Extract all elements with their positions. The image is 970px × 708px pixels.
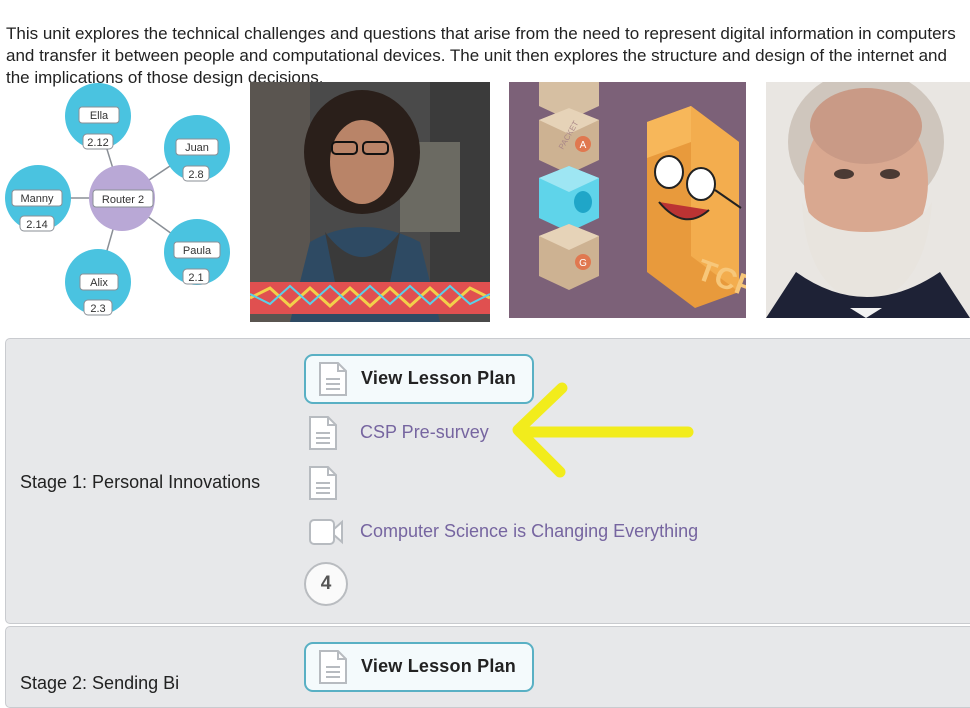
unit-description: This unit explores the technical challen… (6, 24, 956, 87)
document-icon (319, 362, 347, 396)
portrait-video-thumbnail (766, 82, 970, 318)
view-lesson-plan-button[interactable]: View Lesson Plan (304, 642, 534, 692)
document-icon (319, 650, 347, 684)
svg-text:Alix: Alix (90, 277, 108, 289)
view-lesson-plan-label: View Lesson Plan (361, 656, 516, 676)
svg-text:2.1: 2.1 (188, 272, 203, 284)
tcp-packets-illustration: PACKET A G TCP (509, 82, 746, 318)
svg-text:2.12: 2.12 (87, 137, 108, 149)
router-label: Router 2 (102, 194, 144, 206)
stage-title: Stage 1: Personal Innovations (20, 472, 261, 492)
stage-2-panel: Stage 2: Sending Bi View Lesson Plan (5, 626, 970, 708)
svg-text:G: G (579, 258, 587, 269)
annotation-arrow-icon (512, 382, 694, 478)
svg-text:Juan: Juan (185, 142, 209, 154)
stage-1-panel: Stage 1: Personal Innovations View Lesso… (5, 338, 970, 624)
presenter-video-thumbnail (250, 82, 490, 322)
svg-text:2.8: 2.8 (188, 169, 203, 181)
stage-title: Stage 2: Sending Bi (20, 673, 180, 693)
document-icon (309, 466, 337, 500)
svg-text:2.3: 2.3 (90, 303, 105, 315)
svg-text:Paula: Paula (183, 245, 212, 257)
csp-pre-survey-link[interactable]: CSP Pre-survey (360, 422, 489, 443)
view-lesson-plan-label: View Lesson Plan (361, 368, 516, 388)
svg-text:A: A (580, 140, 587, 151)
video-icon (309, 519, 343, 545)
svg-text:Manny: Manny (20, 193, 54, 205)
cs-changing-everything-video-link[interactable]: Computer Science is Changing Everything (360, 521, 698, 542)
lesson-count-badge[interactable]: 4 (304, 562, 348, 606)
document-icon (309, 416, 337, 450)
svg-text:2.14: 2.14 (26, 219, 47, 231)
svg-text:Ella: Ella (90, 110, 109, 122)
network-diagram-image: Router 2 Ella 2.12 Juan 2.8 Manny 2.14 P… (4, 82, 238, 322)
